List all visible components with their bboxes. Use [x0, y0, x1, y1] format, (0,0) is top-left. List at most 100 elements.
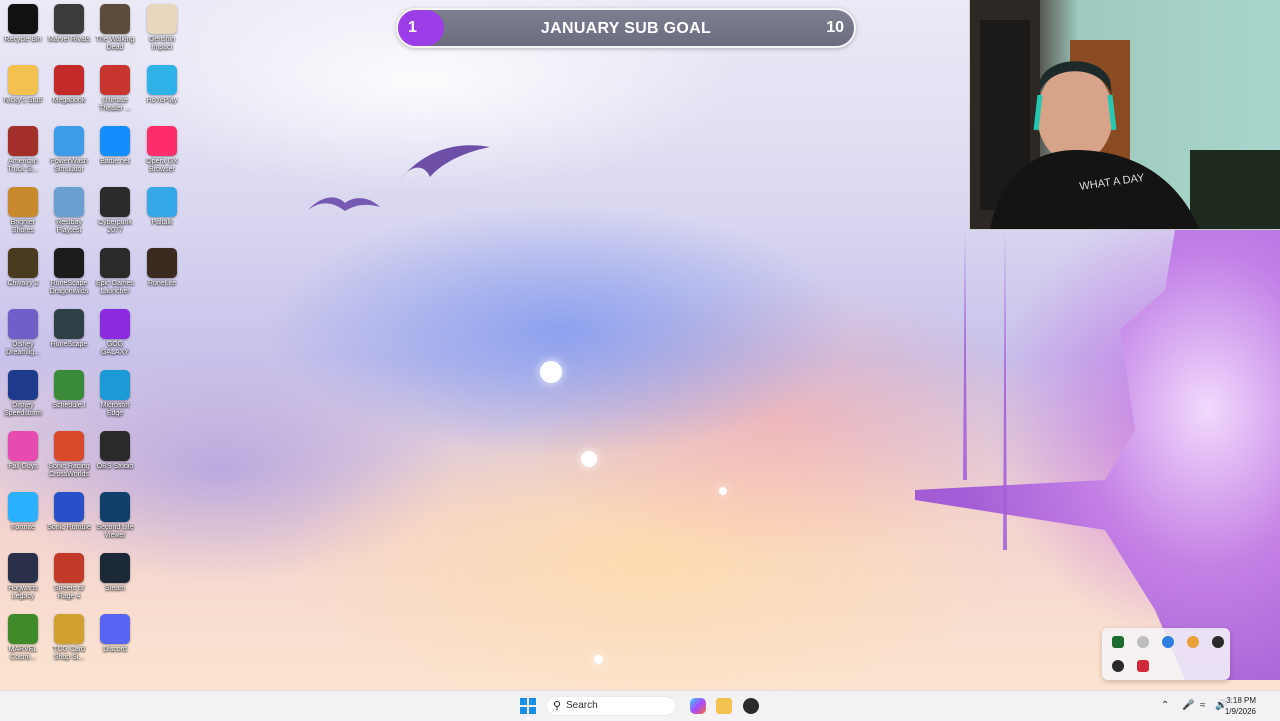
- desktop-icon-label: RuneScape Dragonwilds: [49, 280, 89, 295]
- shield-tray-icon[interactable]: [1162, 636, 1174, 648]
- recycle-bin-icon: [8, 4, 38, 34]
- fortnite-icon: [8, 492, 38, 522]
- copilot-taskbar-icon[interactable]: [690, 698, 706, 714]
- red-app-tray-icon[interactable]: [1137, 660, 1149, 672]
- desktop-icon[interactable]: Paltalk: [139, 187, 185, 227]
- gog-icon: [100, 309, 130, 339]
- desktop-icon[interactable]: Sonic Racing CrossWorlds: [46, 431, 92, 479]
- desktop-icon-label: Restbay Playtest: [56, 219, 82, 234]
- desktop-icon[interactable]: GOG GALAXY: [92, 309, 138, 357]
- theater-icon: [100, 65, 130, 95]
- desktop-icon[interactable]: RuneLite: [139, 248, 185, 288]
- orb: [719, 487, 727, 495]
- desktop-icon[interactable]: Ultimate Theater ...: [92, 65, 138, 113]
- desktop-icon[interactable]: Hogwarts Legacy: [0, 553, 46, 601]
- desktop-icon-label: MARVEL Cosmi...: [8, 646, 38, 661]
- orb: [540, 361, 562, 383]
- schedule-icon: [54, 370, 84, 400]
- desktop-icon-label: PowerWash Simulator: [50, 158, 88, 173]
- desktop-icon[interactable]: PowerWash Simulator: [46, 126, 92, 174]
- desktop-icon[interactable]: Discord: [92, 614, 138, 654]
- desktop-icon[interactable]: Battle.net: [92, 126, 138, 166]
- webcam-person-image: WHAT A DAY: [970, 0, 1280, 229]
- desktop-icon[interactable]: RuneScape: [46, 309, 92, 349]
- desktop-icon[interactable]: Sonic Rumble: [46, 492, 92, 532]
- app-tray-icon[interactable]: [1112, 660, 1124, 672]
- desktop-icon[interactable]: Second Life Viewer: [92, 492, 138, 540]
- desktop-icon-grid: Recycle Bin Marvel Rivals The Walking Dead…: [0, 0, 186, 680]
- desktop-icon[interactable]: Streets of Rage 4: [46, 553, 92, 601]
- file-explorer-taskbar-icon[interactable]: [716, 698, 732, 714]
- chevron-up-icon[interactable]: ⌃: [1161, 700, 1169, 711]
- tcg-icon: [54, 614, 84, 644]
- genshin-icon: [147, 4, 177, 34]
- desktop-icon[interactable]: MARVEL Cosmi...: [0, 614, 46, 662]
- desktop-icon[interactable]: Schedule I: [46, 370, 92, 410]
- desktop-icon-label: Opera GX Browser: [146, 158, 178, 173]
- search-icon: ⚲: [553, 700, 562, 712]
- desktop-icon[interactable]: Restbay Playtest: [46, 187, 92, 235]
- desktop-icon-label: Marvel Rivals: [47, 36, 90, 43]
- wifi-icon[interactable]: ≈: [1200, 700, 1206, 711]
- microphone-icon[interactable]: 🎤: [1182, 700, 1194, 711]
- sonic-racing-icon: [54, 431, 84, 461]
- desktop-icon[interactable]: Brighter Shores: [0, 187, 46, 235]
- obs-taskbar-icon[interactable]: [743, 698, 759, 714]
- obs-icon: [100, 431, 130, 461]
- desktop-icon-label: HoYoPlay: [146, 97, 178, 104]
- desktop-icon-label: Fall Guys: [8, 463, 38, 470]
- taskbar-clock[interactable]: 3:18 PM 1/9/2026: [1225, 695, 1256, 717]
- desktop-icon[interactable]: Megabonk: [46, 65, 92, 105]
- desktop-icon[interactable]: Disney Dreamlig...: [0, 309, 46, 357]
- desktop-icon-label: Steam: [104, 585, 126, 592]
- desktop-icon[interactable]: Marvel Rivals: [46, 4, 92, 44]
- desktop-icon[interactable]: The Walking Dead: [92, 4, 138, 52]
- obs-tray-icon[interactable]: [1212, 636, 1224, 648]
- desktop-icon[interactable]: American Truck Si...: [0, 126, 46, 174]
- desktop-icon-label: Disney Speedstorm: [4, 402, 42, 417]
- desktop-icon[interactable]: Chivalry 2: [0, 248, 46, 288]
- desktop-icon[interactable]: Nicky's Stuff: [0, 65, 46, 105]
- desktop-icon[interactable]: Cyberpunk 2077: [92, 187, 138, 235]
- desktop-icon[interactable]: Disney Speedstorm: [0, 370, 46, 418]
- desktop-icon[interactable]: OBS Studio: [92, 431, 138, 471]
- desktop-icon[interactable]: Genshin Impact: [139, 4, 185, 52]
- taskbar: ⚲ Search ⌃ 🎤 ≈ 🔊 3:18 PM 1/9/2026: [0, 690, 1280, 721]
- edge-icon: [100, 370, 130, 400]
- settings-tray-icon[interactable]: [1137, 636, 1149, 648]
- sub-goal-bar: 1 JANUARY SUB GOAL 10: [396, 8, 856, 48]
- chrome-tray-icon[interactable]: [1187, 636, 1199, 648]
- desktop-icon-label: Recycle Bin: [4, 36, 42, 43]
- taskbar-search-box[interactable]: ⚲ Search: [546, 696, 676, 716]
- desktop-icon[interactable]: Opera GX Browser: [139, 126, 185, 174]
- desktop-icon-label: The Walking Dead: [95, 36, 135, 51]
- nvidia-tray-icon[interactable]: [1112, 636, 1124, 648]
- windows-start-button[interactable]: [520, 698, 536, 714]
- discord-icon: [100, 614, 130, 644]
- battlenet-icon: [100, 126, 130, 156]
- sonic-rumble-icon: [54, 492, 84, 522]
- desktop-icon[interactable]: HoYoPlay: [139, 65, 185, 105]
- desktop-icon[interactable]: RuneScape Dragonwilds: [46, 248, 92, 296]
- desktop-icon[interactable]: Epic Games Launcher: [92, 248, 138, 296]
- desktop-icon-label: Cyberpunk 2077: [98, 219, 132, 234]
- paltalk-icon: [147, 187, 177, 217]
- desktop-icon-label: GOG GALAXY: [100, 341, 129, 356]
- desktop-icon-label: Brighter Shores: [10, 219, 36, 234]
- desktop-icon-label: Microsoft Edge: [100, 402, 130, 417]
- cyberpunk-icon: [100, 187, 130, 217]
- desktop-icon[interactable]: Recycle Bin: [0, 4, 46, 44]
- desktop-icon[interactable]: Microsoft Edge: [92, 370, 138, 418]
- desktop-icon[interactable]: Steam: [92, 553, 138, 593]
- desktop-icon-label: Nicky's Stuff: [3, 97, 43, 104]
- restbay-icon: [54, 187, 84, 217]
- desktop-icon[interactable]: TCG Card Shop Si...: [46, 614, 92, 662]
- desktop-icon[interactable]: Fortnite: [0, 492, 46, 532]
- desktop-icon-label: Second Life Viewer: [96, 524, 134, 539]
- opera-icon: [147, 126, 177, 156]
- desktop-icon-label: Genshin Impact: [148, 36, 176, 51]
- desktop-icon[interactable]: Fall Guys: [0, 431, 46, 471]
- megabonk-icon: [54, 65, 84, 95]
- desktop-icon-label: Disney Dreamlig...: [6, 341, 40, 356]
- hogwarts-icon: [8, 553, 38, 583]
